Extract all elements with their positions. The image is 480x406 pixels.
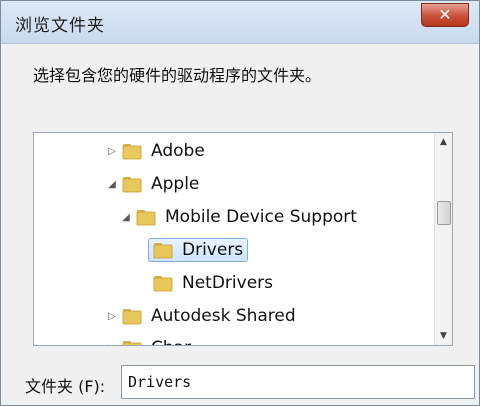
- tree-item-netdrivers[interactable]: NetDrivers: [153, 268, 273, 298]
- scroll-up-icon[interactable]: ▲: [435, 133, 452, 151]
- tree-item-label: Char...: [151, 338, 206, 345]
- tree-item-adobe[interactable]: ▷ Adobe: [106, 136, 205, 166]
- expand-arrow-icon[interactable]: ▷: [106, 311, 118, 322]
- tree-item-label: Drivers: [182, 240, 244, 260]
- collapse-arrow-icon[interactable]: ◢: [106, 179, 118, 190]
- expand-arrow-icon[interactable]: ▷: [106, 146, 118, 157]
- window-title: 浏览文件夹: [15, 16, 105, 36]
- folder-field-label: 文件夹 (F):: [25, 377, 106, 396]
- tree-item-drivers[interactable]: Drivers: [148, 235, 249, 265]
- tree-item-label: Mobile Device Support: [165, 207, 357, 227]
- folder-icon: [122, 309, 142, 325]
- tree-item-label: Autodesk Shared: [151, 306, 296, 326]
- collapse-arrow-icon[interactable]: ◢: [120, 212, 132, 223]
- scroll-thumb[interactable]: [437, 201, 451, 225]
- close-button[interactable]: ✕: [421, 3, 469, 27]
- close-icon: ✕: [438, 5, 452, 24]
- tree-item-autodesk-shared[interactable]: ▷ Autodesk Shared: [106, 301, 296, 331]
- open-folder-icon: [136, 210, 156, 226]
- title-bar: 浏览文件夹 ✕: [1, 1, 479, 44]
- open-folder-icon: [122, 177, 142, 193]
- folder-tree[interactable]: ▷ Adobe ◢ Apple ◢ Mobile Device Support: [33, 132, 453, 346]
- folder-icon: [153, 276, 173, 292]
- tree-item-label: Apple: [151, 174, 200, 194]
- instruction-text: 选择包含您的硬件的驱动程序的文件夹。: [33, 66, 322, 85]
- tree-item-label: Adobe: [151, 141, 205, 161]
- folder-icon: [122, 144, 142, 160]
- vertical-scrollbar[interactable]: ▲ ▼: [434, 133, 452, 345]
- expand-arrow-icon[interactable]: ▷: [106, 343, 118, 346]
- selection-highlight[interactable]: Drivers: [148, 238, 249, 262]
- folder-icon: [153, 243, 173, 259]
- folder-input[interactable]: [121, 365, 475, 399]
- tree-item-partial[interactable]: ▷ Char...: [106, 333, 206, 346]
- tree-item-apple[interactable]: ◢ Apple: [106, 169, 199, 199]
- tree-item-label: NetDrivers: [182, 273, 274, 293]
- browse-folder-dialog: 浏览文件夹 ✕ 选择包含您的硬件的驱动程序的文件夹。 ▷ Adobe ◢ App…: [0, 0, 480, 406]
- scroll-down-icon[interactable]: ▼: [435, 327, 452, 345]
- folder-icon: [122, 341, 142, 345]
- tree-item-mobile-device-support[interactable]: ◢ Mobile Device Support: [120, 202, 357, 232]
